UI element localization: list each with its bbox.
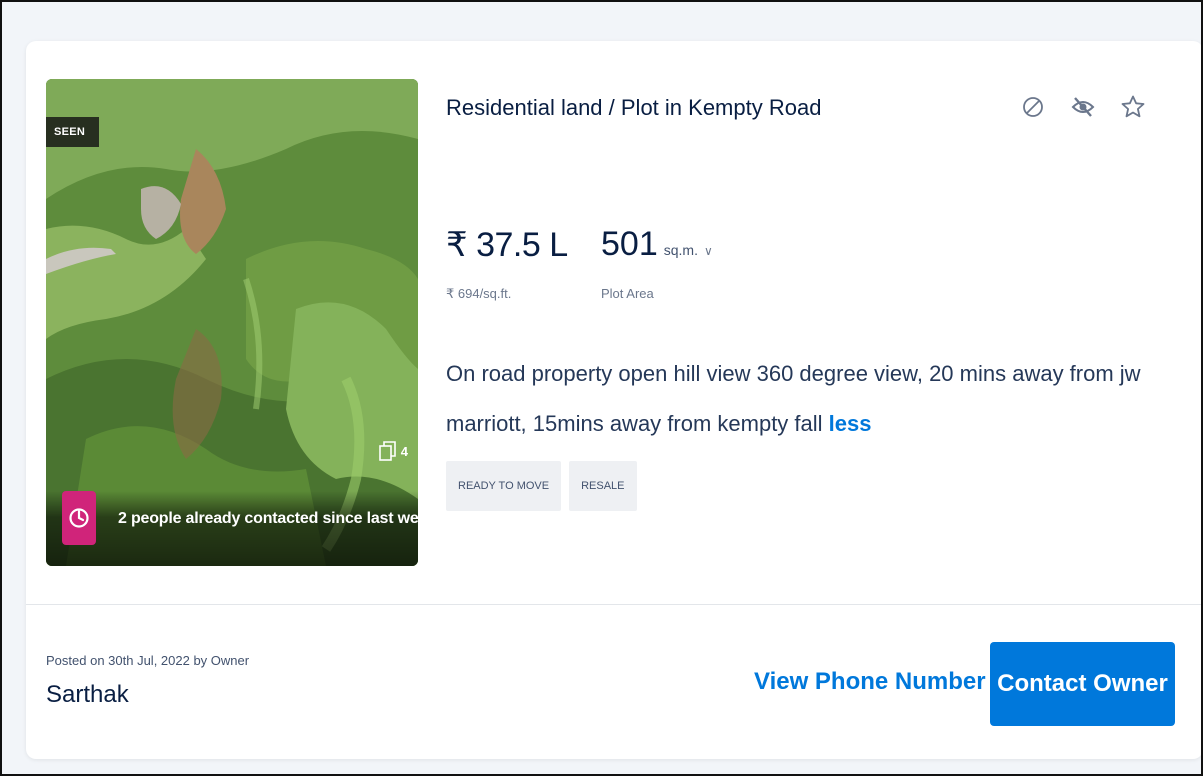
property-photo[interactable]: SEEN 4 2 people already contacted since … bbox=[46, 79, 418, 566]
owner-name: Sarthak bbox=[46, 681, 129, 708]
gallery-icon bbox=[378, 441, 396, 461]
price-per-unit: ₹ 694/sq.ft. bbox=[446, 286, 512, 301]
hide-icon bbox=[1071, 97, 1095, 117]
less-link[interactable]: less bbox=[829, 411, 872, 436]
card-divider bbox=[26, 604, 1203, 605]
chevron-down-icon: ∨ bbox=[703, 244, 713, 258]
listing-description: On road property open hill view 360 degr… bbox=[446, 349, 1146, 449]
contact-activity-text: 2 people already contacted since last we… bbox=[118, 510, 418, 527]
area-value: 501 bbox=[601, 225, 658, 263]
tag-ready-to-move: READY TO MOVE bbox=[446, 461, 562, 511]
listing-title[interactable]: Residential land / Plot in Kempty Road bbox=[446, 95, 821, 121]
photo-count-value: 4 bbox=[400, 443, 408, 459]
block-icon bbox=[1023, 97, 1043, 117]
hide-button[interactable] bbox=[1067, 91, 1099, 123]
view-phone-button[interactable]: View Phone Number bbox=[754, 668, 986, 696]
area-label: Plot Area bbox=[601, 286, 654, 301]
star-icon bbox=[1121, 95, 1145, 118]
photo-count[interactable]: 4 bbox=[378, 441, 408, 461]
area-unit: sq.m. bbox=[663, 242, 698, 258]
contact-activity-strip bbox=[46, 491, 418, 566]
listing-tags: READY TO MOVE RESALE bbox=[446, 461, 637, 511]
price-value: ₹ 37.5 L bbox=[446, 226, 568, 264]
property-card: SEEN 4 2 people already contacted since … bbox=[26, 41, 1203, 759]
listing-actions bbox=[1017, 91, 1149, 123]
tag-resale: RESALE bbox=[569, 461, 637, 511]
contact-badge-icon bbox=[62, 491, 96, 545]
contact-owner-button[interactable]: Contact Owner bbox=[990, 642, 1175, 726]
description-text: On road property open hill view 360 degr… bbox=[446, 361, 1141, 436]
seen-badge: SEEN bbox=[46, 117, 100, 147]
block-button[interactable] bbox=[1017, 91, 1049, 123]
shortlist-button[interactable] bbox=[1117, 91, 1149, 123]
area-selector[interactable]: 501 sq.m. ∨ bbox=[601, 225, 713, 264]
posted-info: Posted on 30th Jul, 2022 by Owner bbox=[46, 653, 250, 668]
